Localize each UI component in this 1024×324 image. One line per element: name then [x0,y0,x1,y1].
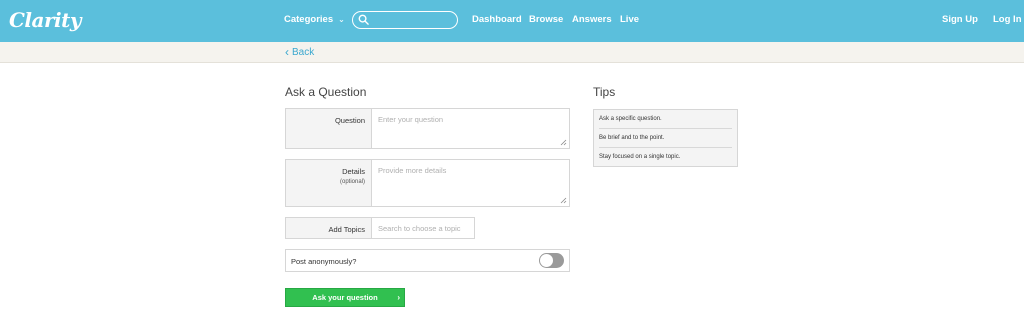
tips-title: Tips [593,85,616,99]
categories-label: Categories [284,14,334,25]
login-link[interactable]: Log In [993,14,1022,25]
page-title: Ask a Question [285,85,367,99]
details-textarea[interactable] [371,160,569,206]
details-field: Details (optional) [285,159,570,207]
nav-browse[interactable]: Browse [529,14,563,25]
sub-navbar: ‹ Back [0,42,1024,63]
topics-field: Add Topics [285,217,475,239]
signup-link[interactable]: Sign Up [942,14,978,25]
nav-dashboard[interactable]: Dashboard [472,14,522,25]
resize-grip-icon[interactable] [560,139,567,146]
nav-live[interactable]: Live [620,14,639,25]
search-box[interactable] [352,11,458,29]
topics-label: Add Topics [328,225,365,234]
back-label: Back [292,46,315,58]
search-icon [358,14,369,25]
question-label: Question [334,116,365,125]
chevron-down-icon: ⌄ [338,15,345,24]
tip-item: Be brief and to the point. [599,129,732,148]
tips-panel: Ask a specific question. Be brief and to… [593,109,738,167]
details-label-group: Details (optional) [286,167,370,185]
anonymous-toggle[interactable] [539,253,564,268]
question-field: Question [285,108,570,149]
search-input[interactable] [371,13,455,27]
toggle-knob [540,254,553,267]
anonymous-row: Post anonymously? [285,249,570,272]
anonymous-label: Post anonymously? [291,257,357,266]
top-navbar: Clarity Categories ⌄ Dashboard Browse An… [0,0,1024,42]
tip-item: Stay focused on a single topic. [599,154,681,160]
logo[interactable]: Clarity [9,8,81,32]
chevron-left-icon: ‹ [285,45,289,59]
back-link[interactable]: ‹ Back [285,45,314,59]
ask-question-button[interactable]: Ask your question › [285,288,405,307]
details-label: Details [342,167,365,176]
nav-answers[interactable]: Answers [572,14,612,25]
ask-question-label: Ask your question [312,293,378,302]
resize-grip-icon[interactable] [560,197,567,204]
topics-input[interactable] [371,218,474,238]
categories-menu[interactable]: Categories ⌄ [284,14,345,25]
details-optional: (optional) [339,179,365,185]
chevron-right-icon: › [397,293,400,302]
tip-item: Ask a specific question. [599,110,732,129]
question-textarea[interactable] [371,109,569,148]
